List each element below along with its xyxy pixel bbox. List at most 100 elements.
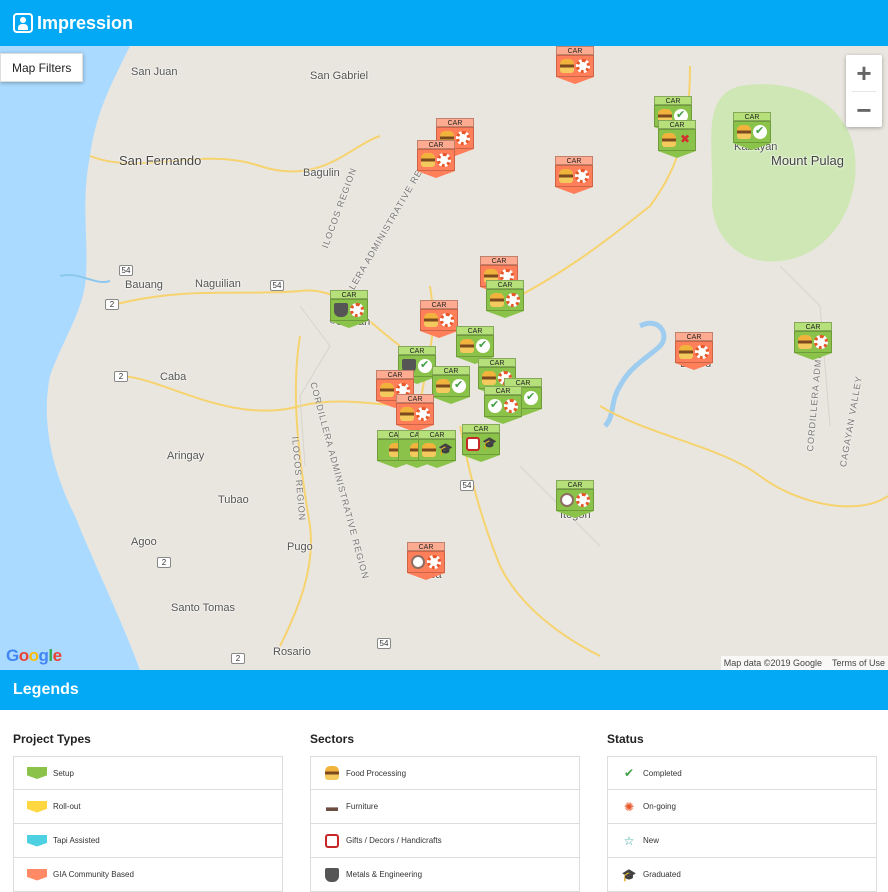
project-marker[interactable]: CAR	[420, 300, 458, 338]
road-shield: 2	[114, 371, 128, 382]
road-shield: 54	[270, 280, 284, 291]
marker-tag: CAR	[675, 332, 713, 341]
ongoing-icon	[440, 313, 454, 327]
marker-tag: CAR	[420, 300, 458, 309]
map-filters-button[interactable]: Map Filters	[0, 53, 84, 82]
place-label: Agoo	[131, 536, 157, 548]
project-marker[interactable]: CAR	[330, 290, 368, 328]
road-shield: 2	[157, 557, 171, 568]
legend-status: Status ✔ Completed ✺ On-going ☆ New 🎓 Gradua…	[607, 732, 877, 892]
terms-of-use-link[interactable]: Terms of Use	[832, 658, 885, 668]
road-shield: 2	[105, 299, 119, 310]
legend-sectors: Sectors Food Processing ▬ Furniture Gifts…	[310, 732, 580, 892]
cancelled-icon	[678, 132, 692, 147]
marker-tag: CAR	[556, 480, 594, 489]
ongoing-icon	[416, 407, 430, 421]
place-label: Mount Pulag	[771, 153, 844, 168]
setup-swatch-icon	[27, 767, 47, 779]
graduated-icon	[438, 442, 453, 457]
gifts-decors-handicrafts-icon	[325, 833, 339, 848]
food-processing-icon	[400, 407, 414, 421]
legend-item-food: Food Processing	[310, 756, 580, 790]
food-processing-icon	[436, 379, 450, 393]
place-label: Bagulin	[303, 167, 340, 179]
zoom-in-button[interactable]: +	[846, 55, 882, 91]
marker-tag: CAR	[794, 322, 832, 331]
ongoing-icon	[456, 131, 470, 145]
legend-heading: Status	[607, 732, 644, 746]
legends-header: Legends	[0, 670, 888, 710]
food-processing-icon	[422, 443, 436, 457]
star-icon: ☆	[623, 833, 635, 848]
completed-icon	[753, 124, 767, 139]
completed-icon: ✔	[623, 766, 635, 780]
metals-engineering-icon	[325, 867, 339, 882]
legend-project-types: Project Types Setup Roll-out Tapi Assist…	[13, 732, 283, 892]
ongoing-icon	[427, 555, 441, 569]
app-title: Impression	[37, 12, 134, 33]
legend-item-tapi: Tapi Assisted	[13, 824, 283, 858]
ongoing-icon	[576, 493, 590, 507]
map-data-credit: Map data ©2019 Google	[723, 658, 822, 668]
project-marker[interactable]: CAR	[462, 424, 500, 462]
legend-heading: Sectors	[310, 732, 355, 746]
marker-tag: CAR	[432, 366, 470, 375]
project-marker[interactable]: CAR	[794, 322, 832, 360]
place-label: Bauang	[125, 279, 163, 291]
legend-item-gia: GIA Community Based	[13, 858, 283, 892]
ongoing-icon	[437, 153, 451, 167]
project-marker[interactable]: CAR	[456, 326, 494, 364]
completed-icon	[418, 358, 432, 373]
metals-engineering-icon	[334, 303, 348, 317]
project-marker[interactable]: CAR	[658, 120, 696, 158]
project-marker[interactable]: CAR	[432, 366, 470, 404]
food-processing-icon	[679, 345, 693, 359]
marker-tag: CAR	[436, 118, 474, 127]
legend-item-graduated: 🎓 Graduated	[607, 858, 877, 892]
project-marker[interactable]: CAR	[407, 542, 445, 580]
food-processing-icon	[460, 339, 474, 353]
zoom-out-button[interactable]: −	[846, 92, 882, 128]
food-processing-icon	[737, 125, 751, 139]
food-processing-icon	[424, 313, 438, 327]
completed-icon	[488, 398, 502, 413]
map-attribution: Map data ©2019 Google Terms of Use	[720, 656, 888, 670]
ongoing-icon	[575, 169, 589, 183]
ongoing-icon	[504, 399, 518, 413]
marker-tag: CAR	[398, 346, 436, 355]
project-marker[interactable]: CAR	[556, 46, 594, 84]
project-marker[interactable]: CAR	[486, 280, 524, 318]
ongoing-icon: ✺	[623, 799, 635, 814]
project-marker[interactable]: CAR	[417, 140, 455, 178]
project-marker[interactable]: CAR	[675, 332, 713, 370]
marker-tag: CAR	[486, 280, 524, 289]
fish-processing-icon	[560, 493, 574, 507]
place-label: Santo Tomas	[171, 602, 236, 614]
place-label: Caba	[160, 371, 187, 383]
project-marker[interactable]: CAR	[396, 394, 434, 432]
project-marker[interactable]: CAR	[484, 386, 522, 424]
project-marker[interactable]: CAR	[556, 480, 594, 518]
zoom-controls: + −	[846, 55, 882, 127]
google-logo[interactable]: Google	[6, 646, 62, 666]
ongoing-icon	[506, 293, 520, 307]
furniture-icon: ▬	[326, 799, 338, 814]
gifts-decors-handicrafts-icon	[466, 437, 480, 451]
gia-swatch-icon	[27, 868, 47, 881]
project-marker[interactable]: CAR	[418, 430, 456, 468]
food-processing-icon	[798, 335, 812, 349]
ongoing-icon	[576, 59, 590, 73]
marker-tag: CAR	[654, 96, 692, 105]
marker-tag: CAR	[456, 326, 494, 335]
app-header: Impression	[0, 0, 888, 46]
completed-icon	[524, 390, 538, 405]
place-label: Rosario	[273, 646, 311, 658]
place-label: Naguilian	[195, 278, 241, 290]
marker-tag: CAR	[330, 290, 368, 299]
legend-item-completed: ✔ Completed	[607, 756, 877, 790]
project-marker[interactable]: CAR	[733, 112, 771, 150]
marker-tag: CAR	[417, 140, 455, 149]
place-label: Tubao	[218, 494, 249, 506]
map-view[interactable]: Map Filters + − San Juan San Gabriel San…	[0, 46, 888, 670]
project-marker[interactable]: CAR	[555, 156, 593, 194]
